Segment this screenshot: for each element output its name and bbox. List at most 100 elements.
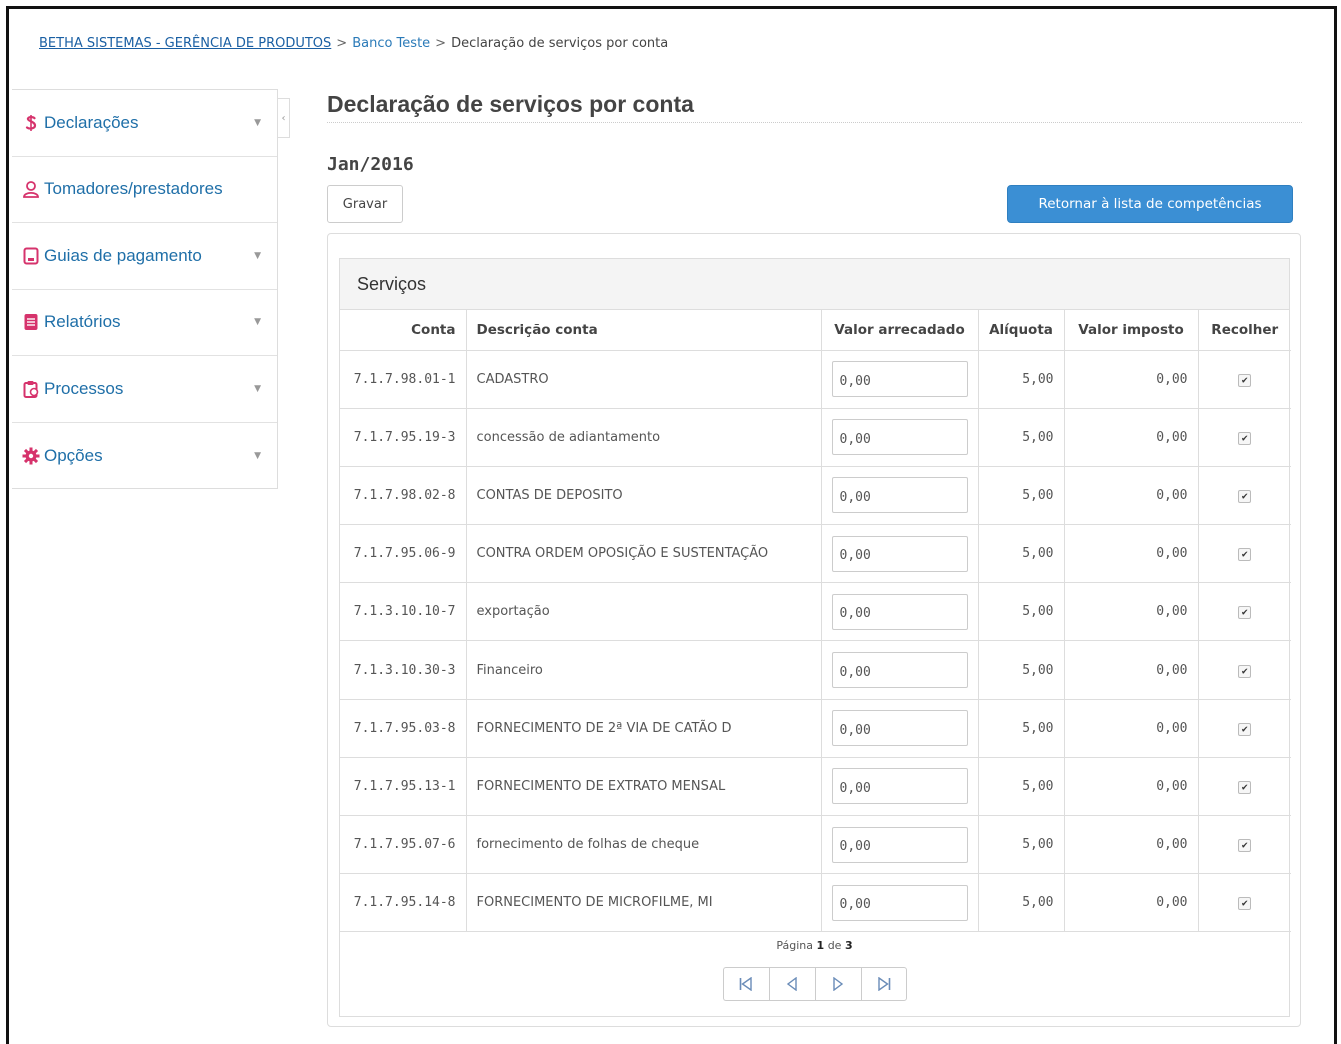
caret-down-icon: ▼: [254, 117, 261, 128]
cell-conta: 7.1.7.95.13-1: [340, 757, 467, 817]
sidebar-item-relatorios[interactable]: Relatórios ▼: [12, 290, 277, 356]
recolher-checkbox[interactable]: ✔: [1238, 664, 1252, 678]
cell-aliquota: 5,00: [978, 815, 1065, 875]
breadcrumb-root-link[interactable]: BETHA SISTEMAS - GERÊNCIA DE PRODUTOS: [39, 36, 331, 51]
valor-arrecadado-input[interactable]: [831, 477, 968, 514]
save-button[interactable]: Gravar: [327, 185, 403, 223]
page-title: Declaração de serviços por conta: [327, 91, 1302, 123]
previous-page-button[interactable]: [768, 967, 815, 1002]
valor-arrecadado-input[interactable]: [831, 652, 968, 689]
table-row: 7.1.7.95.06-9 CONTRA ORDEM OPOSIÇÃO E SU…: [340, 524, 1291, 584]
recolher-checkbox[interactable]: ✔: [1238, 606, 1252, 620]
cell-valor-imposto: 0,00: [1064, 640, 1199, 700]
pagination-current: 1: [816, 939, 825, 953]
valor-arrecadado-input[interactable]: [831, 768, 968, 805]
sidebar-item-processos[interactable]: Processos ▼: [12, 356, 277, 423]
cell-descricao: CADASTRO: [466, 350, 822, 409]
column-header-recolher: Recolher: [1198, 310, 1291, 351]
valor-arrecadado-input[interactable]: [831, 419, 968, 456]
cell-descricao: Financeiro: [466, 640, 822, 700]
first-page-button[interactable]: [722, 967, 769, 1002]
recolher-checkbox[interactable]: ✔: [1238, 373, 1252, 387]
pagination-status: Página 1 de 3: [340, 939, 1289, 952]
valor-arrecadado-input[interactable]: [831, 361, 968, 398]
pagination-controls: [340, 967, 1289, 1002]
table-row: 7.1.7.98.01-1 CADASTRO 5,00 0,00 ✔: [340, 350, 1291, 409]
sidebar-item-declaracoes[interactable]: Declarações ▼: [12, 90, 277, 157]
sidebar-item-label: Opções: [44, 445, 103, 465]
last-page-icon: [877, 977, 890, 992]
last-page-button[interactable]: [860, 967, 907, 1002]
cell-valor-imposto: 0,00: [1064, 466, 1199, 526]
recolher-checkbox[interactable]: ✔: [1238, 489, 1252, 503]
column-header-conta: Conta: [340, 310, 467, 351]
cell-conta: 7.1.7.95.14-8: [340, 873, 467, 933]
content-box: Serviços Conta Descrição conta Valor arr…: [327, 233, 1301, 1027]
breadcrumb-separator: >: [435, 36, 447, 51]
sidebar-item-label: Tomadores/prestadores: [44, 179, 223, 199]
period-label: Jan/2016: [327, 154, 414, 175]
column-header-descricao: Descrição conta: [466, 310, 822, 351]
caret-down-icon: ▼: [254, 383, 261, 394]
cell-valor-imposto: 0,00: [1064, 582, 1199, 642]
gear-icon: [22, 447, 40, 465]
report-icon: [22, 313, 40, 331]
recolher-checkbox[interactable]: ✔: [1238, 722, 1252, 736]
table-row: 7.1.7.95.03-8 FORNECIMENTO DE 2ª VIA DE …: [340, 699, 1291, 758]
table-row: 7.1.7.95.14-8 FORNECIMENTO DE MICROFILME…: [340, 873, 1291, 933]
sidebar-item-label: Declarações: [44, 112, 139, 132]
sidebar-item-guias[interactable]: Guias de pagamento ▼: [12, 223, 277, 290]
pagination-total: 3: [844, 939, 853, 953]
sidebar-item-label: Processos: [44, 378, 124, 398]
valor-arrecadado-input[interactable]: [831, 593, 968, 630]
valor-arrecadado-input[interactable]: [831, 710, 968, 747]
column-header-valor-arrecadado: Valor arrecadado: [821, 310, 979, 351]
table-header-row: Conta Descrição conta Valor arrecadado A…: [340, 310, 1291, 351]
cell-conta: 7.1.7.98.01-1: [340, 350, 467, 409]
user-icon: [22, 180, 40, 199]
clipboard-icon: [22, 380, 40, 398]
cell-valor-imposto: 0,00: [1064, 350, 1199, 409]
cell-aliquota: 5,00: [978, 699, 1065, 758]
caret-down-icon: ▼: [254, 450, 261, 461]
cell-aliquota: 5,00: [978, 408, 1065, 467]
cell-descricao: fornecimento de folhas de cheque: [466, 815, 822, 875]
cell-aliquota: 5,00: [978, 524, 1065, 584]
services-panel: Serviços Conta Descrição conta Valor arr…: [339, 258, 1291, 1017]
sidebar-item-opcoes[interactable]: Opções ▼: [12, 423, 277, 490]
first-page-icon: [739, 977, 752, 992]
column-header-aliquota: Alíquota: [978, 310, 1065, 351]
tablet-icon: [22, 247, 40, 265]
cell-valor-imposto: 0,00: [1064, 524, 1199, 584]
table-row: 7.1.3.10.10-7 exportação 5,00 0,00 ✔: [340, 582, 1291, 642]
services-table: Conta Descrição conta Valor arrecadado A…: [340, 310, 1291, 933]
recolher-checkbox[interactable]: ✔: [1238, 839, 1252, 853]
cell-conta: 7.1.7.98.02-8: [340, 466, 467, 526]
cell-descricao: CONTRA ORDEM OPOSIÇÃO E SUSTENTAÇÃO: [466, 524, 822, 584]
cell-aliquota: 5,00: [978, 873, 1065, 933]
next-page-button[interactable]: [814, 967, 861, 1002]
cell-conta: 7.1.7.95.03-8: [340, 699, 467, 758]
recolher-checkbox[interactable]: ✔: [1238, 780, 1252, 794]
return-to-list-button[interactable]: Retornar à lista de competências: [1007, 185, 1293, 223]
cell-valor-imposto: 0,00: [1064, 873, 1199, 933]
table-row: 7.1.7.95.19-3 concessão de adiantamento …: [340, 408, 1291, 467]
valor-arrecadado-input[interactable]: [831, 535, 968, 572]
breadcrumb-current: Declaração de serviços por conta: [451, 36, 669, 51]
cell-descricao: FORNECIMENTO DE EXTRATO MENSAL: [466, 757, 822, 817]
pagination-of-word: de: [827, 939, 842, 953]
sidebar-collapse-toggle[interactable]: ‹: [278, 98, 290, 138]
recolher-checkbox[interactable]: ✔: [1238, 548, 1252, 562]
table-row: 7.1.7.95.07-6 fornecimento de folhas de …: [340, 815, 1291, 875]
breadcrumb-bank-link[interactable]: Banco Teste: [352, 36, 430, 51]
cell-aliquota: 5,00: [978, 582, 1065, 642]
sidebar-item-tomadores[interactable]: Tomadores/prestadores: [12, 157, 277, 223]
valor-arrecadado-input[interactable]: [831, 884, 968, 921]
app-frame: BETHA SISTEMAS - GERÊNCIA DE PRODUTOS > Ba…: [6, 6, 1337, 1044]
recolher-checkbox[interactable]: ✔: [1238, 897, 1252, 911]
cell-aliquota: 5,00: [978, 350, 1065, 409]
valor-arrecadado-input[interactable]: [831, 826, 968, 863]
recolher-checkbox[interactable]: ✔: [1238, 431, 1252, 445]
breadcrumb-separator: >: [336, 36, 348, 51]
cell-descricao: CONTAS DE DEPOSITO: [466, 466, 822, 526]
